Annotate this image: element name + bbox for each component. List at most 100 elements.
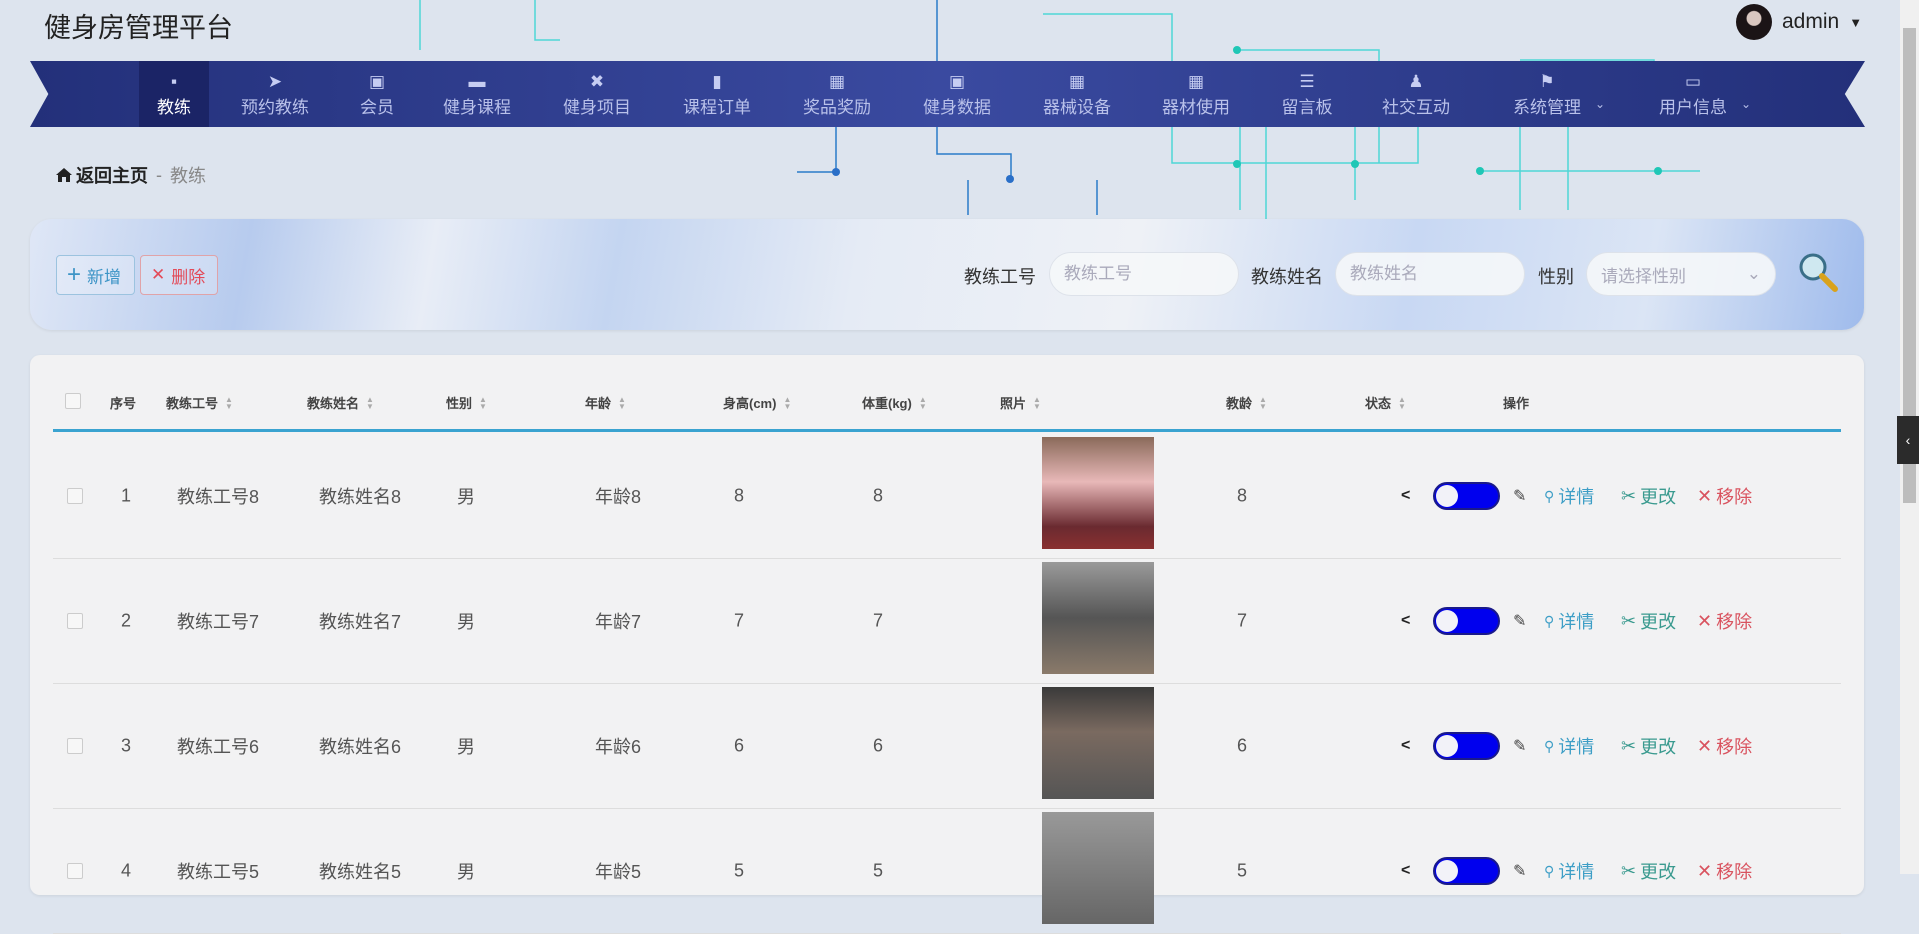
nav-item-label: 健身数据 <box>923 97 991 117</box>
delete-button[interactable]: ✕ 删除 <box>140 255 218 295</box>
row-checkbox[interactable] <box>67 613 83 629</box>
remove-label: 移除 <box>1716 737 1753 757</box>
nav-item-4[interactable]: ✖ 健身项目 <box>545 61 649 127</box>
nav-item-11[interactable]: ♟ 社交互动 <box>1364 61 1468 127</box>
coach-photo[interactable] <box>1042 812 1154 924</box>
nav-item-10[interactable]: ☰ 留言板 <box>1264 61 1351 127</box>
pencil-icon[interactable]: ✎ <box>1513 611 1526 631</box>
column-header-9[interactable]: 状态 ▲ ▼ <box>1365 393 1406 412</box>
column-header-label: 身高(cm) <box>723 396 777 411</box>
row-checkbox[interactable] <box>67 488 83 504</box>
remove-button[interactable]: ✕ 移除 <box>1697 733 1752 759</box>
chevron-left-icon: ‹ <box>1905 432 1911 448</box>
share-icon[interactable]: < <box>1401 487 1410 505</box>
column-header-7[interactable]: 照片 ▲ ▼ <box>1000 393 1041 412</box>
detail-button[interactable]: ⚲ 详情 <box>1544 858 1594 884</box>
column-header-2[interactable]: 教练姓名 ▲ ▼ <box>307 393 374 412</box>
column-header-label: 状态 <box>1365 396 1392 411</box>
select-all-checkbox[interactable] <box>65 393 81 409</box>
chevron-down-icon: ⌄ <box>1746 264 1761 283</box>
cell-age: 年龄6 <box>594 737 642 757</box>
column-header-label: 教练工号 <box>166 396 219 411</box>
status-toggle[interactable] <box>1433 482 1500 510</box>
sort-icon: ▲ ▼ <box>225 394 233 411</box>
breadcrumb-home[interactable]: 返回主页 <box>55 162 148 188</box>
detail-button[interactable]: ⚲ 详情 <box>1544 608 1594 634</box>
remove-button[interactable]: ✕ 移除 <box>1697 858 1752 884</box>
caret-down-icon: ▼ <box>1849 14 1863 30</box>
search-icon: ⚲ <box>1544 862 1555 879</box>
column-header-label: 操作 <box>1503 396 1530 411</box>
cell-gender: 男 <box>457 487 475 507</box>
edit-button[interactable]: ✂ 更改 <box>1621 858 1676 884</box>
detail-button[interactable]: ⚲ 详情 <box>1544 733 1594 759</box>
nav-item-7[interactable]: ▣ 健身数据 <box>905 61 1009 127</box>
status-toggle[interactable] <box>1433 732 1500 760</box>
edit-button[interactable]: ✂ 更改 <box>1621 733 1676 759</box>
edit-button[interactable]: ✂ 更改 <box>1621 483 1676 509</box>
pencil-icon[interactable]: ✎ <box>1513 486 1526 506</box>
coach-photo[interactable] <box>1042 687 1154 799</box>
pencil-icon[interactable]: ✎ <box>1513 736 1526 756</box>
row-checkbox[interactable] <box>67 863 83 879</box>
cell-idx: 4 <box>120 860 132 881</box>
grid-icon: ▦ <box>1068 71 1086 91</box>
row-checkbox[interactable] <box>67 738 83 754</box>
collapse-panel-button[interactable]: ‹ <box>1897 416 1919 464</box>
app-title: 健身房管理平台 <box>44 13 233 43</box>
nav-item-8[interactable]: ▦ 器械设备 <box>1025 61 1129 127</box>
nav-item-6[interactable]: ▦ 奖品奖励 <box>785 61 889 127</box>
chat-icon: ▪ <box>170 71 178 91</box>
cell-name: 教练姓名7 <box>318 612 402 632</box>
gender-select-placeholder: 请选择性别 <box>1601 266 1686 286</box>
table-row: 4 教练工号5 教练姓名5 男 年龄5 5 5 5 < ✎ ⚲ 详情 ✂ 更改 ✕ 移除 <box>53 809 1841 934</box>
search-icon[interactable] <box>1797 251 1839 293</box>
column-header-4[interactable]: 年龄 ▲ ▼ <box>585 393 626 412</box>
nav-item-5[interactable]: ▮ 课程订单 <box>665 61 769 127</box>
column-header-3[interactable]: 性别 ▲ ▼ <box>446 393 487 412</box>
status-toggle[interactable] <box>1433 607 1500 635</box>
nav-item-label: 器械设备 <box>1043 97 1111 117</box>
gender-select[interactable]: 请选择性别 ⌄ <box>1586 252 1776 296</box>
column-header-label: 体重(kg) <box>862 396 912 411</box>
coach-photo[interactable] <box>1042 562 1154 674</box>
close-icon: ✕ <box>1697 860 1713 881</box>
edit-button[interactable]: ✂ 更改 <box>1621 608 1676 634</box>
nav-item-2[interactable]: ▣ 会员 <box>342 61 412 127</box>
plus-icon: + <box>67 261 82 288</box>
status-toggle[interactable] <box>1433 857 1500 885</box>
grid-icon: ▦ <box>828 71 846 91</box>
table-row: 1 教练工号8 教练姓名8 男 年龄8 8 8 8 < ✎ ⚲ 详情 ✂ 更改 ✕ 移除 <box>53 434 1841 559</box>
nav-item-3[interactable]: ▬ 健身课程 <box>425 61 529 127</box>
share-icon[interactable]: < <box>1401 612 1410 630</box>
coach-name-input[interactable] <box>1335 252 1525 296</box>
sort-icon: ▲ ▼ <box>366 394 374 411</box>
nav-item-0[interactable]: ▪ 教练 <box>139 61 209 127</box>
tools-icon: ✂ <box>1621 860 1637 881</box>
column-header-5[interactable]: 身高(cm) ▲ ▼ <box>723 393 791 412</box>
share-icon[interactable]: < <box>1401 862 1410 880</box>
column-header-1[interactable]: 教练工号 ▲ ▼ <box>166 393 233 412</box>
sort-icon: ▲ ▼ <box>618 394 626 411</box>
cell-gender: 男 <box>457 612 475 632</box>
cell-id: 教练工号6 <box>176 737 260 757</box>
nav-item-label: 健身课程 <box>443 97 511 117</box>
detail-button[interactable]: ⚲ 详情 <box>1544 483 1594 509</box>
user-menu[interactable]: admin ▼ <box>1736 4 1862 40</box>
pencil-icon[interactable]: ✎ <box>1513 861 1526 881</box>
breadcrumb: 返回主页 - 教练 <box>55 162 206 188</box>
stamp-icon: ♟ <box>1408 71 1424 91</box>
column-header-6[interactable]: 体重(kg) ▲ ▼ <box>862 393 927 412</box>
coach-id-input[interactable] <box>1049 252 1239 296</box>
column-header-8[interactable]: 教龄 ▲ ▼ <box>1226 393 1267 412</box>
add-button[interactable]: + 新增 <box>56 255 135 295</box>
share-icon[interactable]: < <box>1401 737 1410 755</box>
nav-item-12[interactable]: ⚑ 系统管理 ⌄ <box>1495 61 1605 127</box>
nav-item-13[interactable]: ▭ 用户信息 ⌄ <box>1641 61 1751 127</box>
remove-button[interactable]: ✕ 移除 <box>1697 483 1752 509</box>
nav-item-9[interactable]: ▦ 器材使用 <box>1144 61 1248 127</box>
nav-item-1[interactable]: ➤ 预约教练 <box>223 61 327 127</box>
remove-button[interactable]: ✕ 移除 <box>1697 608 1752 634</box>
coach-photo[interactable] <box>1042 437 1154 549</box>
cell-idx: 1 <box>120 485 132 506</box>
